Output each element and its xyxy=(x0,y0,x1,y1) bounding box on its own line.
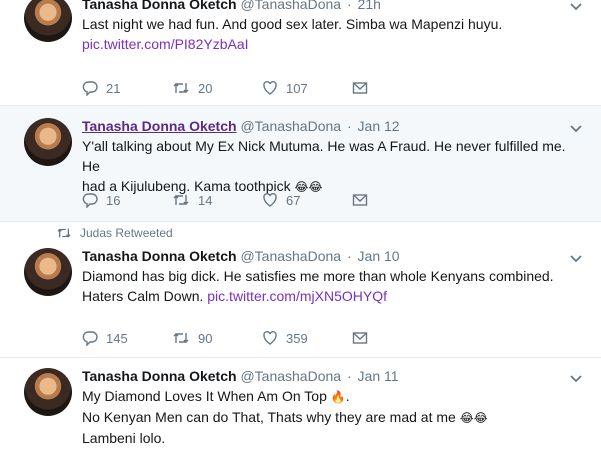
author-name[interactable]: Tanasha Donna Oketch xyxy=(82,248,237,264)
tweet-text: Y'all talking about My Ex Nick Mutuma. H… xyxy=(82,136,587,197)
reply-count: 16 xyxy=(106,192,121,208)
retweet-icon xyxy=(57,228,71,238)
reply-icon xyxy=(82,331,98,346)
reply-button[interactable]: 145 xyxy=(82,330,172,346)
reply-count: 145 xyxy=(106,330,128,346)
tweet-text: Last night we had fun. And good sex late… xyxy=(82,14,587,54)
avatar[interactable] xyxy=(24,248,72,296)
retweet-context[interactable]: Judas Retweeted xyxy=(56,226,173,240)
author-name[interactable]: Tanasha Donna Oketch xyxy=(82,118,237,134)
author-name[interactable]: Tanasha Donna Oketch xyxy=(82,368,237,384)
avatar[interactable] xyxy=(24,368,72,416)
media-link[interactable]: pic.twitter.com/PI82YzbAaI xyxy=(82,36,249,52)
author-handle[interactable]: @TanashaDona xyxy=(240,0,341,12)
tweet-text-line: Y'all talking about My Ex Nick Mutuma. H… xyxy=(82,138,566,174)
envelope-icon xyxy=(352,194,368,206)
chevron-down-icon[interactable] xyxy=(569,122,583,136)
retweet-button[interactable]: 90 xyxy=(172,330,262,346)
author-handle[interactable]: @TanashaDona xyxy=(240,118,341,134)
direct-message-button[interactable] xyxy=(352,80,442,96)
retweet-icon xyxy=(173,333,189,343)
direct-message-button[interactable] xyxy=(352,330,442,346)
separator: · xyxy=(346,0,352,12)
tweet-text-line: Last night we had fun. And good sex late… xyxy=(82,16,503,32)
retweet-count: 90 xyxy=(198,330,213,346)
like-button[interactable]: 107 xyxy=(262,80,352,96)
separator: · xyxy=(346,248,352,264)
author-handle[interactable]: @TanashaDona xyxy=(240,248,341,264)
retweet-count: 20 xyxy=(198,80,213,96)
reply-button[interactable]: 16 xyxy=(82,192,172,208)
tweet-text-line: Diamond has big dick. He satisfies me mo… xyxy=(82,268,554,284)
author-handle[interactable]: @TanashaDona xyxy=(240,368,341,384)
retweet-button[interactable]: 14 xyxy=(172,192,262,208)
tweet-3[interactable]: Judas Retweeted Tanasha Donna Oketch @Ta… xyxy=(0,222,601,358)
timestamp[interactable]: Jan 12 xyxy=(358,118,400,134)
timestamp[interactable]: Jan 10 xyxy=(358,248,400,264)
laughing-emoji: 😂😂 xyxy=(459,411,488,425)
like-count: 359 xyxy=(286,330,308,346)
envelope-icon xyxy=(352,332,368,344)
tweet-text-line: Lambeni lolo. xyxy=(82,430,166,446)
reply-icon xyxy=(82,81,98,96)
tweet-text-line: Haters Calm Down. xyxy=(82,288,204,304)
author-name[interactable]: Tanasha Donna Oketch xyxy=(82,0,237,12)
tweet-text-line: My Diamond Loves It When Am On Top xyxy=(82,388,327,404)
tweet-actions: 145 90 359 xyxy=(82,328,442,348)
like-button[interactable]: 359 xyxy=(262,330,352,346)
chevron-down-icon[interactable] xyxy=(569,0,583,14)
tweet-actions: 21 20 107 xyxy=(82,78,442,98)
heart-icon xyxy=(263,80,277,95)
like-count: 67 xyxy=(286,192,301,208)
tweet-actions: 16 14 67 xyxy=(82,190,442,210)
retweeted-by-label: Judas Retweeted xyxy=(80,226,173,240)
tweet-header: Tanasha Donna Oketch @TanashaDona · Jan … xyxy=(82,368,399,384)
tweet-1[interactable]: Tanasha Donna Oketch @TanashaDona · 21h … xyxy=(0,0,601,106)
retweet-button[interactable]: 20 xyxy=(172,80,262,96)
timestamp[interactable]: 21h xyxy=(358,0,381,12)
like-button[interactable]: 67 xyxy=(262,192,352,208)
tweet-text: Diamond has big dick. He satisfies me mo… xyxy=(82,266,587,306)
heart-icon xyxy=(263,330,277,345)
tweet-4[interactable]: Tanasha Donna Oketch @TanashaDona · Jan … xyxy=(0,358,601,458)
tweet-text: My Diamond Loves It When Am On Top 🔥. No… xyxy=(82,386,587,448)
tweet-header: Tanasha Donna Oketch @TanashaDona · Jan … xyxy=(82,118,400,134)
reply-icon xyxy=(82,193,98,208)
tweet-header: Tanasha Donna Oketch @TanashaDona · Jan … xyxy=(82,248,400,264)
tweet-text-line: No Kenyan Men can do That, Thats why the… xyxy=(82,409,456,425)
reply-button[interactable]: 21 xyxy=(82,80,172,96)
like-count: 107 xyxy=(286,80,308,96)
retweet-icon xyxy=(173,195,189,205)
fire-emoji: 🔥 xyxy=(330,390,346,404)
separator: · xyxy=(346,368,352,384)
separator: · xyxy=(346,118,352,134)
retweet-count: 14 xyxy=(198,192,213,208)
direct-message-button[interactable] xyxy=(352,192,442,208)
tweet-header: Tanasha Donna Oketch @TanashaDona · 21h xyxy=(82,0,381,12)
avatar[interactable] xyxy=(24,0,72,42)
reply-count: 21 xyxy=(106,80,121,96)
timestamp[interactable]: Jan 11 xyxy=(358,368,399,384)
envelope-icon xyxy=(352,82,368,94)
heart-icon xyxy=(263,192,277,207)
chevron-down-icon[interactable] xyxy=(569,372,583,386)
tweet-2[interactable]: Tanasha Donna Oketch @TanashaDona · Jan … xyxy=(0,106,601,222)
chevron-down-icon[interactable] xyxy=(569,252,583,266)
retweet-icon xyxy=(173,83,189,93)
avatar[interactable] xyxy=(24,118,72,166)
media-link[interactable]: pic.twitter.com/mjXN5OHYQf xyxy=(207,288,387,304)
